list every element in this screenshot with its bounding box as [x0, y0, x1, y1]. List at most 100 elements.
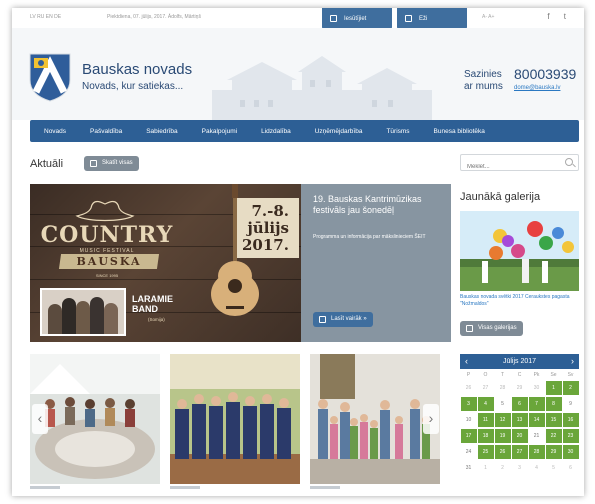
view-all-news-button[interactable]: Skatīt visas — [84, 156, 139, 171]
calendar-day[interactable]: 29 — [511, 381, 528, 395]
calendar-day[interactable]: 19 — [494, 429, 511, 443]
calendar-day[interactable]: 14 — [528, 413, 545, 427]
festival-word: COUNTRY — [40, 222, 174, 248]
document-icon — [405, 15, 412, 22]
calendar-day[interactable]: 22 — [545, 429, 562, 443]
calendar-week: 10 11 12 13 14 15 16 — [460, 412, 579, 428]
calendar-day[interactable]: 11 — [477, 413, 494, 427]
calendar-week: 24 25 26 27 28 29 30 — [460, 444, 579, 460]
all-galleries-button[interactable]: Visas galerijas — [460, 321, 523, 336]
calendar-week: 17 18 19 20 21 22 23 — [460, 428, 579, 444]
calendar-day[interactable]: 6 — [562, 461, 579, 475]
calendar-week: 31 1 2 3 4 5 6 — [460, 460, 579, 476]
calendar-day[interactable]: 6 — [511, 397, 528, 411]
read-more-button[interactable]: Lasīt vairāk » — [313, 312, 373, 327]
calendar-day[interactable]: 4 — [477, 397, 494, 411]
news-thumbnail[interactable] — [30, 354, 160, 484]
band-name: LARAMIE BAND — [132, 294, 173, 314]
nav-item-turisms[interactable]: Tūrisms — [386, 128, 409, 135]
day-name: C — [517, 372, 522, 378]
calendar-day[interactable]: 18 — [477, 429, 494, 443]
calendar-day[interactable]: 28 — [528, 445, 545, 459]
calendar-day[interactable]: 30 — [562, 445, 579, 459]
calendar-day[interactable]: 20 — [511, 429, 528, 443]
calendar-day[interactable]: 12 — [494, 413, 511, 427]
calendar-day[interactable]: 3 — [511, 461, 528, 475]
calendar-day[interactable]: 2 — [562, 381, 579, 395]
calendar-day[interactable]: 8 — [545, 397, 562, 411]
top-utility-bar: LV RU EN DE Piektdiena, 07. jūlijs, 2017… — [12, 8, 584, 30]
news-thumbnail[interactable] — [310, 354, 440, 484]
calendar-day[interactable]: 29 — [545, 445, 562, 459]
camera-icon — [466, 325, 473, 332]
search-input[interactable] — [461, 159, 556, 175]
band-country: (Somija) — [148, 317, 165, 322]
calendar-day[interactable]: 26 — [460, 381, 477, 395]
calendar-day[interactable]: 27 — [477, 381, 494, 395]
calendar-month: Jūlijs 2017 — [502, 358, 537, 365]
nav-item-novads[interactable]: Novads — [44, 128, 66, 135]
social-links[interactable]: f t — [547, 12, 572, 21]
event-photo — [170, 354, 300, 484]
gallery-caption[interactable]: Bauskas novada svētki 2017 Ceraukstes pa… — [460, 294, 579, 307]
calendar-day[interactable]: 23 — [562, 429, 579, 443]
event-calendar: P O T C Pk Se Sv 26 27 28 29 30 1 2 3 4 5 6 7 8 9 10 11… — [460, 370, 579, 476]
thumbnail-caption — [30, 486, 60, 489]
calendar-prev-icon[interactable]: ‹ — [465, 354, 468, 369]
day-name: Pk — [533, 372, 540, 378]
day-name: P — [466, 372, 471, 378]
contact-label: Sazinies ar mums — [464, 69, 503, 92]
nav-item-uznemejdarbiba[interactable]: Uzņēmējdarbība — [315, 128, 363, 135]
contact-email[interactable]: dome@bauska.lv — [514, 85, 560, 91]
calendar-day[interactable]: 15 — [545, 413, 562, 427]
latest-gallery-image[interactable] — [460, 211, 579, 291]
banner-description: Programma un informācija par mākslinieci… — [313, 234, 426, 240]
nav-item-biblioteka[interactable]: Bunesa bibliotēka — [434, 128, 485, 135]
festival-dates: 7.-8. jūlijs 2017. — [242, 202, 289, 254]
calendar-day[interactable]: 27 — [511, 445, 528, 459]
carousel-prev-button[interactable]: ‹ — [32, 404, 48, 434]
calendar-day[interactable]: 9 — [562, 397, 579, 411]
coat-of-arms-logo[interactable] — [28, 52, 72, 102]
calendar-day[interactable]: 28 — [494, 381, 511, 395]
language-switcher[interactable]: LV RU EN DE — [30, 14, 61, 20]
nav-item-pakalpojumi[interactable]: Pakalpojumi — [202, 128, 237, 135]
nav-item-sabiedriba[interactable]: Sabiedrība — [146, 128, 177, 135]
submit-button[interactable]: Iesūtījiet — [322, 8, 392, 30]
featured-banner-image[interactable]: COUNTRY MUSIC FESTIVAL BAUSKA SINCE 1995… — [30, 184, 301, 342]
calendar-day[interactable]: 26 — [494, 445, 511, 459]
gallery-section-title: Jaunākā galerija — [460, 191, 541, 203]
calendar-day[interactable]: 5 — [494, 397, 511, 411]
nav-item-pasvaldiba[interactable]: Pašvaldība — [90, 128, 122, 135]
calendar-day[interactable]: 7 — [528, 397, 545, 411]
calendar-day[interactable]: 4 — [528, 461, 545, 475]
calendar-day[interactable]: 17 — [460, 429, 477, 443]
calendar-day[interactable]: 10 — [460, 413, 477, 427]
font-size-controls[interactable]: A- A+ — [482, 14, 494, 20]
calendar-day[interactable]: 25 — [477, 445, 494, 459]
browser-page: LV RU EN DE Piektdiena, 07. jūlijs, 2017… — [12, 8, 584, 496]
calendar-day[interactable]: 30 — [528, 381, 545, 395]
calendar-day[interactable]: 5 — [545, 461, 562, 475]
news-thumbnail[interactable] — [170, 354, 300, 484]
site-name[interactable]: Bauskas novads — [82, 61, 192, 78]
calendar-day[interactable]: 3 — [460, 397, 477, 411]
banner-headline[interactable]: 19. Bauskas Kantrimūzikas festivāls jau … — [313, 194, 443, 216]
calendar-day[interactable]: 2 — [494, 461, 511, 475]
calendar-day[interactable]: 21 — [528, 429, 545, 443]
calendar-day[interactable]: 1 — [545, 381, 562, 395]
nav-item-lidzdaliba[interactable]: Lidzdalība — [261, 128, 291, 135]
calendar-day[interactable]: 31 — [460, 461, 477, 475]
eservices-button[interactable]: Eži — [397, 8, 467, 30]
carousel-next-button[interactable]: › — [423, 404, 439, 434]
contact-phone[interactable]: 80003939 — [514, 66, 576, 82]
envelope-icon — [330, 15, 337, 22]
calendar-day[interactable]: 13 — [511, 413, 528, 427]
calendar-day[interactable]: 1 — [477, 461, 494, 475]
calendar-week: 26 27 28 29 30 1 2 — [460, 380, 579, 396]
search-icon[interactable] — [565, 158, 573, 166]
calendar-day[interactable]: 24 — [460, 445, 477, 459]
calendar-next-icon[interactable]: › — [571, 354, 574, 369]
calendar-day[interactable]: 16 — [562, 413, 579, 427]
site-tagline: Novads, kur satiekas... — [82, 81, 184, 92]
